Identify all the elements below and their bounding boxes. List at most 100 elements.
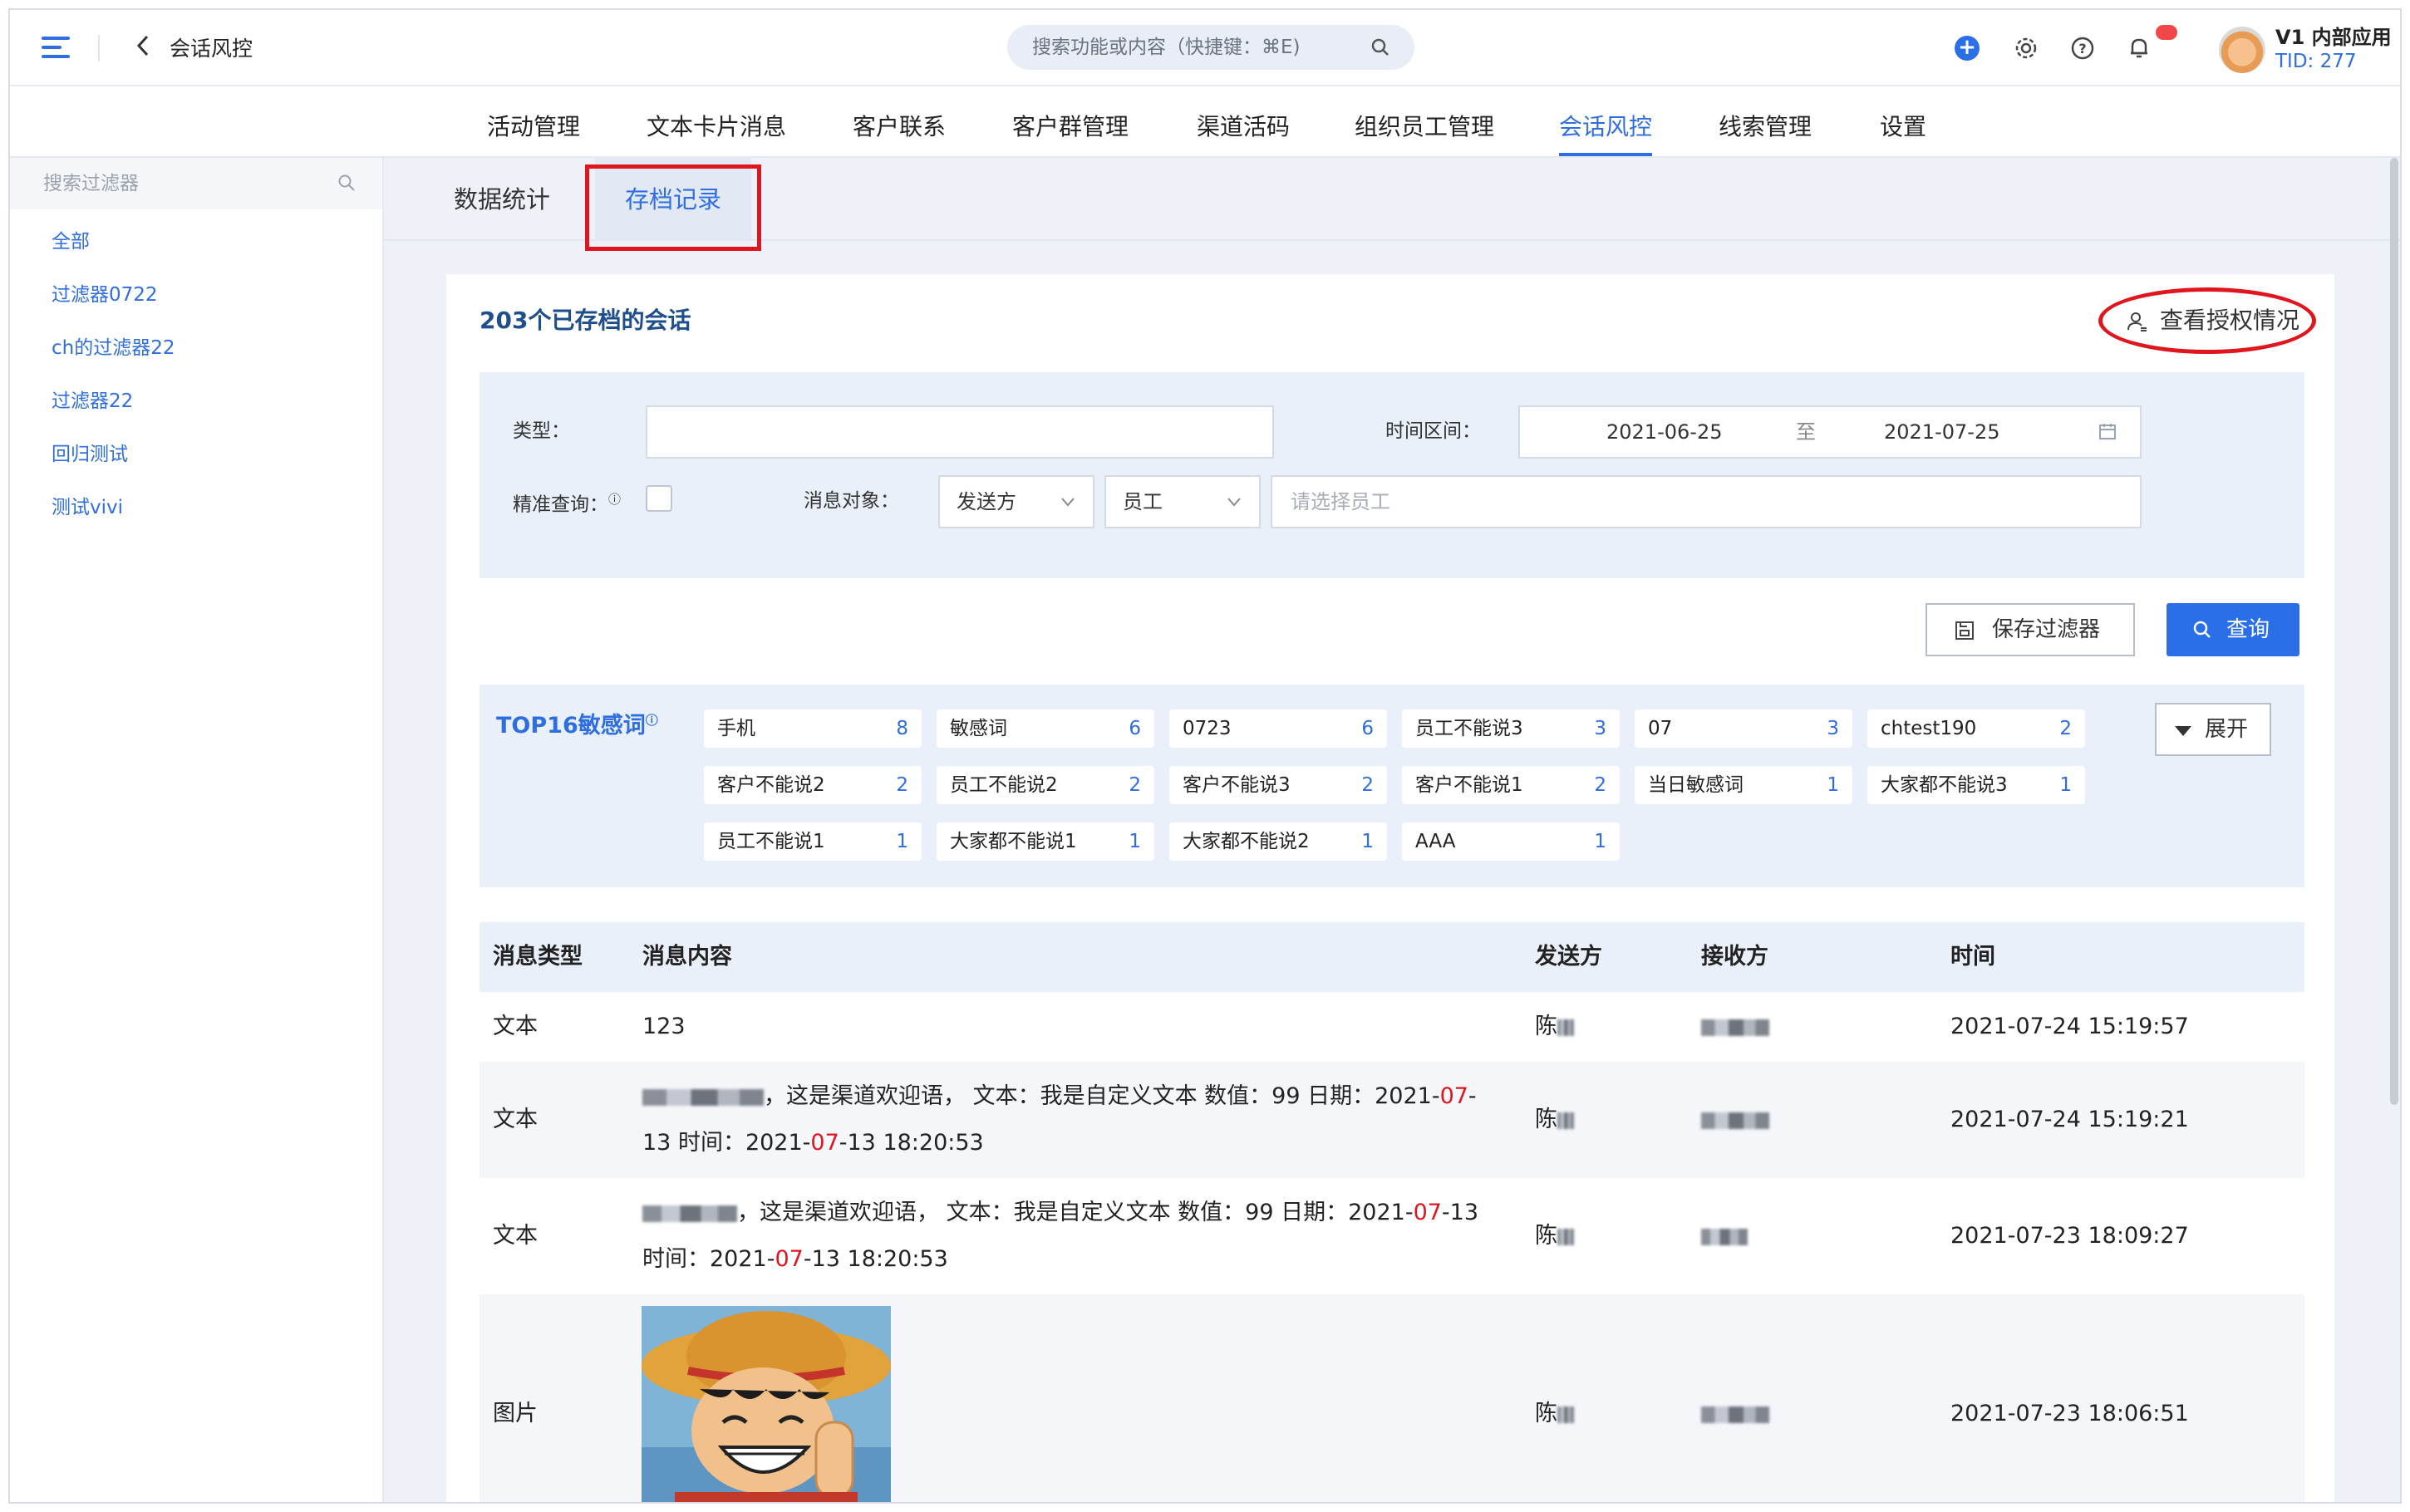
row-sender: 陈 <box>1535 1213 1574 1259</box>
sensitive-word-chip[interactable]: 员工不能说1 1 <box>704 822 922 861</box>
row-sender: 陈 <box>1535 1004 1574 1050</box>
role-select[interactable]: 员工 <box>1104 475 1261 528</box>
nav-item-org-staff[interactable]: 组织员工管理 <box>1355 88 1494 156</box>
chip-word: 敏感词 <box>950 718 1007 739</box>
help-icon[interactable]: ? <box>2069 35 2096 61</box>
exact-query-label: 精准查询：ⓘ <box>513 487 621 518</box>
sensitive-word-chip[interactable]: chtest190 2 <box>1867 709 2085 748</box>
sensitive-word-chip[interactable]: 客户不能说3 2 <box>1169 766 1387 804</box>
date-range-picker[interactable]: 2021-06-25 至 2021-07-25 <box>1518 405 2142 459</box>
row-content: ，这是渠道欢迎语， 文本：我是自定义文本 数值：99 日期：2021-07-13… <box>642 1190 1523 1283</box>
nav-item-session-risk[interactable]: 会话风控 <box>1559 88 1653 156</box>
search-icon[interactable] <box>337 173 357 193</box>
sidebar-search[interactable] <box>10 158 382 209</box>
divider <box>98 35 100 61</box>
search-icon <box>2193 621 2211 638</box>
save-filter-button[interactable]: 保存过滤器 <box>1926 603 2135 656</box>
sidebar-item-filter-22[interactable]: 过滤器22 <box>52 389 133 414</box>
bell-icon[interactable] <box>2126 35 2152 61</box>
chip-word: 当日敏感词 <box>1648 774 1744 796</box>
sensitive-word-chip[interactable]: AAA 1 <box>1402 822 1620 861</box>
chip-count: 6 <box>1361 718 1374 739</box>
row-content: ，这是渠道欢迎语， 文本：我是自定义文本 数值：99 日期：2021-07- 1… <box>642 1073 1507 1166</box>
sender-select[interactable]: 发送方 <box>938 475 1094 528</box>
sensitive-word-chip[interactable]: 大家都不能说3 1 <box>1867 766 2085 804</box>
search-input[interactable] <box>1032 25 1365 70</box>
exact-query-text: 精准查询： <box>513 493 608 516</box>
row-type: 图片 <box>493 1401 538 1426</box>
table-row[interactable]: 文本 ，这是渠道欢迎语， 文本：我是自定义文本 数值：99 日期：2021-07… <box>480 1178 2304 1294</box>
filter-search-input[interactable] <box>43 158 326 209</box>
help-icon[interactable]: ⓘ <box>646 713 658 728</box>
sensitive-word-chip[interactable]: 敏感词 6 <box>937 709 1154 748</box>
header-time: 时间 <box>1950 944 1995 970</box>
sender-name: 陈 <box>1535 1223 1557 1249</box>
sensitive-word-chip[interactable]: 大家都不能说2 1 <box>1169 822 1387 861</box>
sidebar-item-regression-test[interactable]: 回归测试 <box>52 442 128 467</box>
help-icon[interactable]: ⓘ <box>608 492 621 507</box>
chip-word: chtest190 <box>1881 718 1977 739</box>
sensitive-word-chip[interactable]: 手机 8 <box>704 709 922 748</box>
global-search[interactable] <box>1007 25 1414 70</box>
top-words-title-text: TOP16敏感词 <box>496 713 646 739</box>
nav-item-text-card[interactable]: 文本卡片消息 <box>647 88 786 156</box>
top-words-title: TOP16敏感词ⓘ <box>496 706 658 740</box>
header-receiver: 接收方 <box>1701 944 1768 970</box>
row-time: 2021-07-23 18:06:51 <box>1950 1401 2189 1426</box>
gear-icon[interactable] <box>2013 35 2039 61</box>
sensitive-word-chip[interactable]: 0723 6 <box>1169 709 1387 748</box>
table-row[interactable]: 图片 陈 2021-07-23 18:06:51 <box>480 1294 2304 1502</box>
sidebar-item-all[interactable]: 全部 <box>52 229 90 254</box>
chevron-down-icon <box>1061 498 1075 507</box>
back-arrow-icon[interactable] <box>135 33 151 66</box>
search-icon[interactable] <box>1370 37 1391 58</box>
nav-item-customer-contact[interactable]: 客户联系 <box>853 88 946 156</box>
end-date[interactable]: 2021-07-25 <box>1884 407 1999 457</box>
nav-item-customer-group[interactable]: 客户群管理 <box>1012 88 1129 156</box>
filter-panel: 类型： 时间区间： 2021-06-25 至 2021-07-25 精准查询：ⓘ… <box>480 372 2304 578</box>
chip-word: 客户不能说2 <box>717 774 825 796</box>
nav-item-settings[interactable]: 设置 <box>1880 88 1926 156</box>
save-icon <box>1955 621 1974 640</box>
nav-item-activity[interactable]: 活动管理 <box>487 88 580 156</box>
nav-item-channel-code[interactable]: 渠道活码 <box>1197 88 1290 156</box>
expand-button[interactable]: 展开 <box>2155 703 2271 756</box>
calendar-icon[interactable] <box>2098 422 2117 440</box>
sidebar-item-ch-filter-22[interactable]: ch的过滤器22 <box>52 336 175 361</box>
scrollbar[interactable] <box>2390 158 2398 1105</box>
message-target-label: 消息对象： <box>804 490 899 512</box>
save-filter-label: 保存过滤器 <box>1992 617 2101 642</box>
sensitive-word-chip[interactable]: 员工不能说3 3 <box>1402 709 1620 748</box>
start-date[interactable]: 2021-06-25 <box>1606 407 1722 457</box>
sensitive-word-chip[interactable]: 当日敏感词 1 <box>1635 766 1852 804</box>
sidebar-item-filter-0722[interactable]: 过滤器0722 <box>52 282 158 307</box>
chip-count: 2 <box>896 774 908 796</box>
role-select-value: 员工 <box>1123 490 1163 513</box>
sensitive-word-chip[interactable]: 员工不能说2 2 <box>937 766 1154 804</box>
add-icon[interactable]: + <box>1955 36 1980 61</box>
archive-card: 203个已存档的会话 查看授权情况 类型： 时间区间： 2021-06-25 至… <box>446 274 2334 1502</box>
type-input[interactable] <box>646 405 1274 459</box>
exact-query-checkbox[interactable] <box>646 485 672 512</box>
message-image[interactable] <box>642 1306 891 1502</box>
chip-count: 1 <box>896 831 908 852</box>
sensitive-word-chip[interactable]: 07 3 <box>1635 709 1852 748</box>
sidebar-item-test-vivi[interactable]: 测试vivi <box>52 495 123 520</box>
tab-data-stats[interactable]: 数据统计 <box>454 158 550 241</box>
content-highlight: 07 <box>1413 1200 1442 1225</box>
query-button[interactable]: 查询 <box>2167 603 2299 656</box>
employee-select[interactable]: 请选择员工 <box>1271 475 2142 528</box>
content-text: 时间：2021- <box>642 1246 775 1272</box>
sensitive-word-chip[interactable]: 大家都不能说1 1 <box>937 822 1154 861</box>
chip-count: 2 <box>1594 774 1606 796</box>
chip-word: 员工不能说2 <box>950 774 1058 796</box>
highlight-box <box>585 164 761 251</box>
avatar[interactable] <box>2219 27 2265 73</box>
sensitive-word-chip[interactable]: 客户不能说2 2 <box>704 766 922 804</box>
table-row[interactable]: 文本 ，这是渠道欢迎语， 文本：我是自定义文本 数值：99 日期：2021-07… <box>480 1062 2304 1178</box>
nav-item-leads[interactable]: 线索管理 <box>1719 88 1812 156</box>
menu-icon[interactable] <box>42 37 70 60</box>
sensitive-word-chip[interactable]: 客户不能说1 2 <box>1402 766 1620 804</box>
chip-word: 员工不能说1 <box>717 831 825 852</box>
table-row[interactable]: 文本 123 陈 2021-07-24 15:19:57 <box>480 992 2304 1062</box>
